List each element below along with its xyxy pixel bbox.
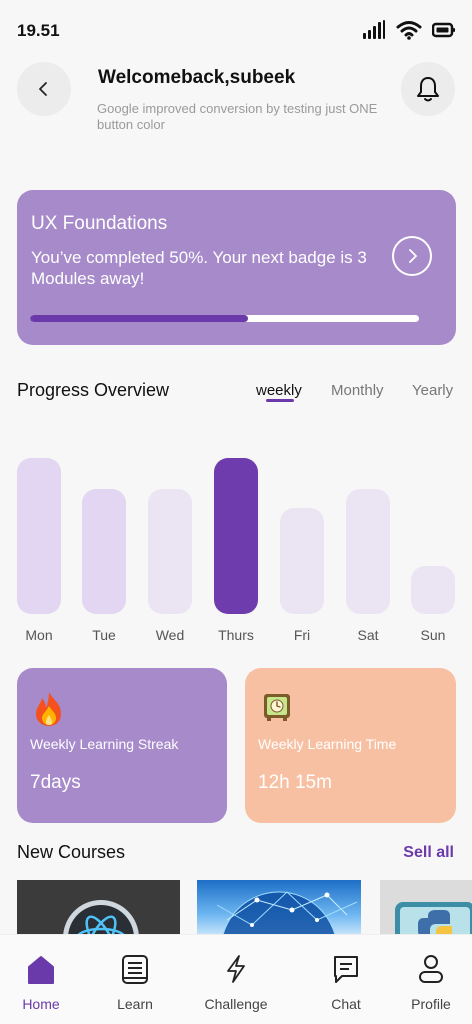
chart-bar-fri[interactable] (280, 508, 324, 614)
course-continue-button[interactable] (392, 236, 432, 276)
tab-weekly[interactable]: weekly (256, 382, 302, 399)
book-icon (122, 955, 148, 984)
course-thumbnail-react[interactable] (17, 880, 180, 938)
lightning-icon (227, 955, 245, 983)
wifi-icon (396, 21, 422, 40)
page-subtitle: Google improved conversion by testing ju… (97, 101, 378, 132)
course-progress-bar (30, 315, 419, 322)
chart-label-fri: Fri (293, 627, 311, 643)
clock-icon (264, 694, 290, 721)
status-bar: 19.51 (0, 0, 472, 60)
bottom-navigation: Home Learn Challenge Chat Profile (0, 934, 472, 1024)
chart-bar-wed[interactable] (148, 489, 192, 614)
progress-overview-title: Progress Overview (17, 380, 170, 400)
fire-icon (36, 692, 61, 726)
nav-chat-label: Chat (331, 996, 361, 1012)
chart-label-tue: Tue (92, 627, 116, 643)
time-label: Weekly Learning Time (258, 736, 397, 752)
new-courses-title: New Courses (17, 842, 126, 862)
tab-yearly[interactable]: Yearly (412, 382, 453, 399)
tab-monthly[interactable]: Monthly (331, 382, 384, 399)
tab-active-indicator (266, 399, 294, 402)
chevron-right-icon (409, 249, 417, 263)
see-all-link[interactable]: Sell all (403, 844, 454, 862)
nav-profile-label: Profile (411, 996, 451, 1012)
course-progress-card[interactable]: UX Foundations You’ve completed 50%. You… (17, 190, 456, 345)
back-button[interactable] (17, 62, 71, 116)
chart-bar-tue[interactable] (82, 489, 126, 614)
time-value: 12h 15m (258, 772, 332, 793)
course-thumbnail-python[interactable] (380, 880, 472, 938)
status-time: 19.51 (17, 21, 60, 40)
nav-challenge[interactable]: Challenge (201, 953, 271, 1012)
streak-value: 7days (30, 772, 81, 793)
chart-bar-sat[interactable] (346, 489, 390, 614)
learning-streak-card[interactable]: Weekly Learning Streak 7days (17, 668, 227, 823)
chart-label-wed: Wed (155, 627, 185, 643)
course-title: UX Foundations (31, 213, 168, 234)
chart-label-sun: Sun (420, 627, 446, 643)
course-description: You’ve completed 50%. Your next badge is… (31, 248, 367, 288)
chart-label-mon: Mon (25, 627, 53, 643)
signal-icon (363, 20, 385, 39)
learning-time-card[interactable]: Weekly Learning Time 12h 15m (245, 668, 456, 823)
home-icon (28, 956, 54, 984)
chevron-left-icon (39, 82, 47, 96)
nav-profile[interactable]: Profile (396, 953, 466, 1012)
status-icons (362, 20, 456, 40)
nav-learn-label: Learn (117, 996, 153, 1012)
weekly-progress-chart: Mon Tue Wed Thurs Fri Sat Sun (0, 440, 472, 650)
chat-icon (334, 956, 358, 983)
chart-label-sat: Sat (357, 627, 379, 643)
course-progress-fill (30, 315, 248, 322)
bell-icon (417, 77, 439, 102)
notifications-button[interactable] (401, 62, 455, 116)
page-title: Welcomeback,subeek (98, 67, 296, 88)
react-logo-icon (17, 880, 180, 938)
streak-label: Weekly Learning Streak (30, 736, 179, 752)
user-icon (419, 955, 443, 983)
chart-bar-mon[interactable] (17, 458, 61, 614)
chart-label-thurs: Thurs (218, 627, 254, 643)
python-logo-icon (395, 902, 472, 938)
chart-bar-sun[interactable] (411, 566, 455, 614)
nav-learn[interactable]: Learn (100, 953, 170, 1012)
nav-challenge-label: Challenge (204, 996, 268, 1012)
nav-home[interactable]: Home (6, 953, 76, 1012)
nav-home-label: Home (22, 996, 60, 1012)
battery-icon (432, 22, 455, 38)
chart-bar-thurs[interactable] (214, 458, 258, 614)
globe-network-icon (216, 891, 358, 938)
nav-chat[interactable]: Chat (311, 953, 381, 1012)
course-thumbnail-network[interactable] (197, 880, 361, 938)
